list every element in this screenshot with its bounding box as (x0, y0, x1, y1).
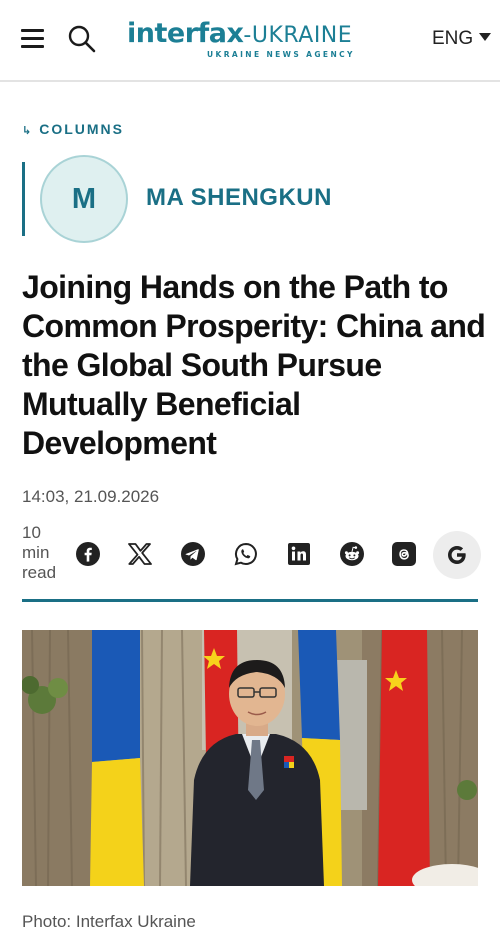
facebook-icon[interactable] (66, 532, 110, 576)
author-accent-bar (22, 162, 25, 236)
site-header: interfax-UKRAINE UKRAINE NEWS AGENCY ENG (0, 0, 500, 82)
logo-tagline: UKRAINE NEWS AGENCY (207, 50, 355, 59)
x-icon[interactable] (118, 532, 162, 576)
google-icon[interactable] (433, 531, 481, 579)
language-label: ENG (432, 28, 474, 49)
article-photo[interactable] (22, 630, 478, 886)
language-selector[interactable]: ENG (432, 28, 492, 50)
author-avatar[interactable]: M (40, 155, 128, 243)
search-icon[interactable] (67, 24, 97, 54)
avatar-initial: M (71, 182, 97, 215)
read-time: 10 min read (22, 523, 57, 582)
logo-brand: interfax (127, 18, 244, 49)
telegram-icon[interactable] (171, 532, 215, 576)
section-link[interactable]: ↳ COLUMNS (22, 121, 124, 137)
linkedin-icon[interactable] (277, 532, 321, 576)
subdirectory-arrow-icon: ↳ (22, 125, 32, 137)
whatsapp-icon[interactable] (224, 532, 268, 576)
reddit-icon[interactable] (330, 532, 374, 576)
article-title: Joining Hands on the Path to Common Pros… (22, 269, 486, 461)
article-datetime: 14:03, 21.09.2026 (22, 487, 160, 506)
logo-suffix: -UKRAINE (243, 23, 353, 48)
chevron-down-icon (479, 33, 492, 41)
section-label: COLUMNS (39, 121, 124, 137)
section-divider (22, 599, 478, 602)
site-logo[interactable]: interfax-UKRAINE UKRAINE NEWS AGENCY (127, 18, 377, 66)
author-name[interactable]: MA SHENGKUN (146, 184, 332, 212)
threads-icon[interactable] (382, 532, 426, 576)
photo-caption: Photo: Interfax Ukraine (22, 912, 196, 931)
menu-icon[interactable] (21, 28, 44, 48)
